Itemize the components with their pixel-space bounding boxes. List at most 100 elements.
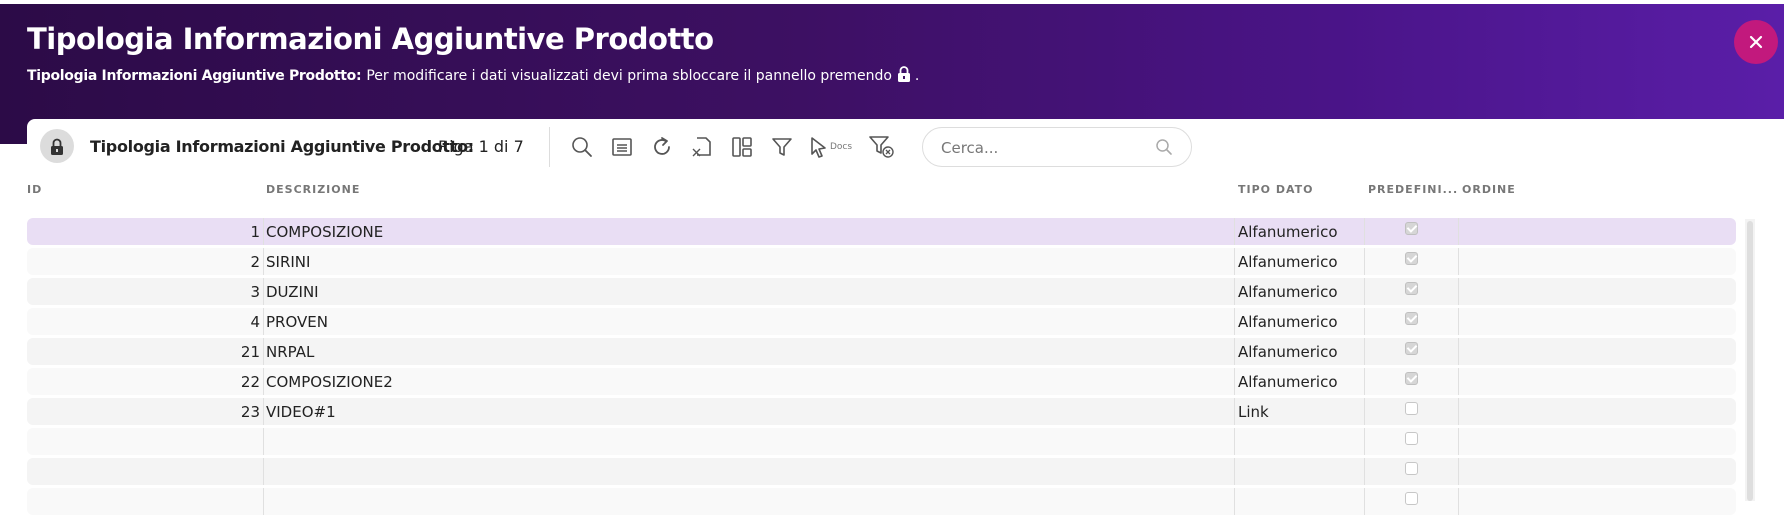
layout-button[interactable] xyxy=(729,134,755,160)
docs-label: Docs xyxy=(830,142,853,152)
column-divider xyxy=(263,458,264,485)
column-divider xyxy=(1364,248,1365,275)
column-divider xyxy=(263,428,264,455)
column-divider xyxy=(1364,368,1365,395)
search-tool-button[interactable] xyxy=(569,134,595,160)
predefinito-checkbox[interactable] xyxy=(1405,312,1418,325)
table-row[interactable] xyxy=(27,488,1736,515)
search-input[interactable] xyxy=(939,137,1143,159)
list-view-button[interactable] xyxy=(609,134,635,160)
column-divider xyxy=(1458,398,1459,425)
cell-tipo-dato: Alfanumerico xyxy=(1238,343,1338,361)
column-divider xyxy=(1234,428,1235,455)
column-header-predefinito[interactable]: PREDEFINI... xyxy=(1368,183,1458,196)
close-button[interactable] xyxy=(1734,20,1778,64)
column-divider xyxy=(1234,458,1235,485)
cell-id: 1 xyxy=(250,223,260,241)
cell-descrizione: NRPAL xyxy=(266,343,315,361)
toolbar-divider xyxy=(549,127,550,167)
lock-icon xyxy=(51,138,63,155)
refresh-button[interactable] xyxy=(649,134,675,160)
column-divider xyxy=(1458,308,1459,335)
search-icon[interactable] xyxy=(1155,138,1173,160)
column-divider xyxy=(1234,368,1235,395)
column-header-id[interactable]: ID xyxy=(27,183,42,196)
column-divider xyxy=(1234,218,1235,245)
filter-icon xyxy=(772,138,792,156)
table-row[interactable] xyxy=(27,458,1736,485)
predefinito-checkbox[interactable] xyxy=(1405,222,1418,235)
page-title: Tipologia Informazioni Aggiuntive Prodot… xyxy=(27,22,714,56)
docs-button[interactable]: Docs xyxy=(809,134,857,160)
column-divider xyxy=(263,488,264,515)
column-divider xyxy=(1234,308,1235,335)
export-button[interactable] xyxy=(689,134,715,160)
table-row[interactable]: 2 SIRINI Alfanumerico xyxy=(27,248,1736,275)
docs-icon xyxy=(811,137,826,158)
column-header-ordine[interactable]: ORDINE xyxy=(1462,183,1516,196)
cell-id: 21 xyxy=(240,343,260,361)
table-row[interactable]: 1 COMPOSIZIONE Alfanumerico xyxy=(27,218,1736,245)
column-divider xyxy=(1364,428,1365,455)
unlock-button[interactable] xyxy=(40,129,74,163)
column-divider xyxy=(263,338,264,365)
predefinito-checkbox[interactable] xyxy=(1405,282,1418,295)
predefinito-checkbox[interactable] xyxy=(1405,402,1418,415)
column-divider xyxy=(263,398,264,425)
search-field[interactable] xyxy=(922,127,1192,167)
layout-icon xyxy=(732,137,752,157)
table-row[interactable]: 21 NRPAL Alfanumerico xyxy=(27,338,1736,365)
column-divider xyxy=(263,218,264,245)
column-divider xyxy=(1364,488,1365,515)
column-header-tipo-dato[interactable]: TIPO DATO xyxy=(1238,183,1313,196)
scrollbar-thumb[interactable] xyxy=(1747,221,1753,501)
column-divider xyxy=(1458,458,1459,485)
predefinito-checkbox[interactable] xyxy=(1405,462,1418,475)
cell-descrizione: COMPOSIZIONE2 xyxy=(266,373,393,391)
cell-tipo-dato: Alfanumerico xyxy=(1238,373,1338,391)
column-divider xyxy=(1234,278,1235,305)
lock-icon xyxy=(897,66,911,86)
cell-descrizione: SIRINI xyxy=(266,253,311,271)
column-divider xyxy=(1234,338,1235,365)
table-row[interactable]: 23 VIDEO#1 Link xyxy=(27,398,1736,425)
column-divider xyxy=(1458,218,1459,245)
column-divider xyxy=(263,278,264,305)
predefinito-checkbox[interactable] xyxy=(1405,492,1418,505)
table-row[interactable]: 22 COMPOSIZIONE2 Alfanumerico xyxy=(27,368,1736,395)
column-divider xyxy=(1458,488,1459,515)
column-divider xyxy=(1234,248,1235,275)
table-row[interactable] xyxy=(27,428,1736,455)
clear-filter-icon xyxy=(869,136,894,158)
cell-id: 23 xyxy=(240,403,260,421)
close-icon xyxy=(1749,35,1763,49)
column-divider xyxy=(1364,338,1365,365)
cell-descrizione: VIDEO#1 xyxy=(266,403,336,421)
clear-filter-button[interactable] xyxy=(869,134,895,160)
column-divider xyxy=(1364,278,1365,305)
subtitle-label: Tipologia Informazioni Aggiuntive Prodot… xyxy=(27,68,362,84)
cell-tipo-dato: Alfanumerico xyxy=(1238,253,1338,271)
predefinito-checkbox[interactable] xyxy=(1405,342,1418,355)
cell-tipo-dato: Alfanumerico xyxy=(1238,283,1338,301)
predefinito-checkbox[interactable] xyxy=(1405,432,1418,445)
table-row[interactable]: 4 PROVEN Alfanumerico xyxy=(27,308,1736,335)
column-header-descrizione[interactable]: DESCRIZIONE xyxy=(266,183,360,196)
cell-tipo-dato: Alfanumerico xyxy=(1238,223,1338,241)
cell-descrizione: PROVEN xyxy=(266,313,328,331)
table-row[interactable]: 3 DUZINI Alfanumerico xyxy=(27,278,1736,305)
column-divider xyxy=(1364,218,1365,245)
subtitle-end: . xyxy=(914,68,920,84)
cell-tipo-dato: Link xyxy=(1238,403,1269,421)
column-divider xyxy=(263,308,264,335)
cell-descrizione: COMPOSIZIONE xyxy=(266,223,384,241)
column-divider xyxy=(1458,248,1459,275)
column-divider xyxy=(1458,428,1459,455)
page-subtitle: Tipologia Informazioni Aggiuntive Prodot… xyxy=(27,66,919,86)
column-divider xyxy=(1364,308,1365,335)
vertical-scrollbar[interactable] xyxy=(1745,219,1755,501)
filter-button[interactable] xyxy=(769,134,795,160)
column-divider xyxy=(1364,398,1365,425)
predefinito-checkbox[interactable] xyxy=(1405,252,1418,265)
predefinito-checkbox[interactable] xyxy=(1405,372,1418,385)
